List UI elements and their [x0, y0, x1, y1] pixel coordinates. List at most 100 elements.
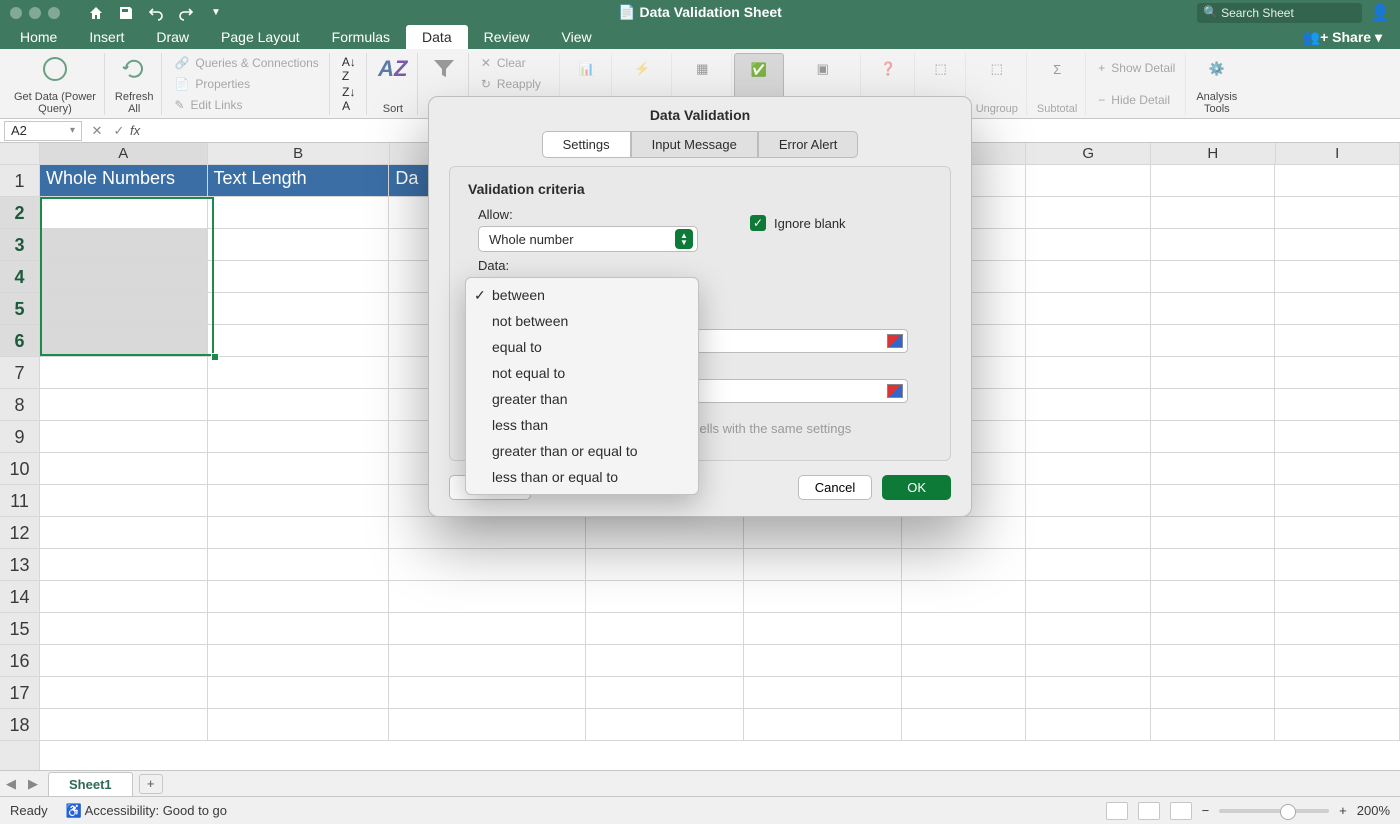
cell[interactable] [208, 549, 390, 581]
menu-tab-review[interactable]: Review [468, 25, 546, 49]
cell[interactable] [1275, 549, 1400, 581]
data-option[interactable]: greater than or equal to [466, 438, 698, 464]
cell[interactable] [586, 677, 744, 709]
sheet-tab[interactable]: Sheet1 [48, 772, 133, 796]
data-option[interactable]: greater than [466, 386, 698, 412]
cell[interactable] [902, 677, 1027, 709]
row-header[interactable]: 2 [0, 197, 39, 229]
row-header[interactable]: 7 [0, 357, 39, 389]
reapply-filter-button[interactable]: ↻ Reapply [481, 74, 541, 93]
hide-detail-button[interactable]: − Hide Detail [1098, 85, 1170, 115]
view-page-layout-icon[interactable] [1138, 802, 1160, 820]
add-sheet-button[interactable]: + [139, 774, 163, 794]
cell[interactable] [40, 581, 208, 613]
qat-dropdown-icon[interactable]: ▼ [208, 5, 224, 21]
menu-tab-draw[interactable]: Draw [140, 25, 205, 49]
cell[interactable] [1275, 165, 1400, 197]
cell[interactable] [902, 709, 1027, 741]
column-header[interactable]: A [40, 143, 208, 164]
cell[interactable] [1026, 389, 1151, 421]
save-icon[interactable] [118, 5, 134, 21]
ignore-blank-checkbox[interactable]: ✓ Ignore blank [750, 215, 846, 231]
cell[interactable] [1026, 293, 1151, 325]
menu-tab-page-layout[interactable]: Page Layout [205, 25, 316, 49]
cell[interactable] [744, 581, 902, 613]
data-option[interactable]: equal to [466, 334, 698, 360]
clear-filter-button[interactable]: ✕ Clear [481, 53, 526, 72]
cell[interactable] [902, 613, 1027, 645]
zoom-level[interactable]: 200% [1357, 803, 1390, 818]
cell[interactable] [208, 197, 390, 229]
data-option[interactable]: not equal to [466, 360, 698, 386]
fx-icon[interactable]: fx [130, 123, 140, 138]
subtotal-button[interactable]: ΣSubtotal [1029, 53, 1086, 115]
select-all-corner[interactable] [0, 143, 40, 165]
cell[interactable] [586, 549, 744, 581]
show-detail-button[interactable]: + Show Detail [1098, 53, 1175, 83]
row-header[interactable]: 3 [0, 229, 39, 261]
cell[interactable] [208, 645, 390, 677]
cell[interactable] [40, 517, 208, 549]
row-header[interactable]: 12 [0, 517, 39, 549]
zoom-window-icon[interactable] [48, 7, 60, 19]
cancel-formula-icon[interactable]: ✕ [86, 123, 108, 139]
cell[interactable] [1151, 517, 1276, 549]
cell[interactable] [1151, 293, 1276, 325]
cell[interactable] [208, 325, 390, 357]
row-headers[interactable]: 123456789101112131415161718 [0, 165, 40, 770]
menu-tab-formulas[interactable]: Formulas [316, 25, 406, 49]
row-header[interactable]: 1 [0, 165, 39, 197]
cell[interactable]: Whole Numbers [40, 165, 208, 197]
cell[interactable] [40, 549, 208, 581]
cell[interactable] [40, 357, 208, 389]
zoom-out-button[interactable]: − [1202, 803, 1210, 818]
cell[interactable] [1275, 645, 1400, 677]
cell[interactable] [744, 677, 902, 709]
sort-desc-icon[interactable]: Z↓A [342, 85, 355, 113]
cell[interactable] [1275, 389, 1400, 421]
user-icon[interactable]: 👤 [1370, 3, 1390, 23]
cell[interactable] [208, 389, 390, 421]
cell[interactable] [1026, 261, 1151, 293]
row-header[interactable]: 6 [0, 325, 39, 357]
undo-icon[interactable] [148, 5, 164, 21]
cell[interactable] [40, 293, 208, 325]
cell[interactable] [1275, 709, 1400, 741]
cell[interactable] [40, 709, 208, 741]
cell[interactable] [1275, 421, 1400, 453]
cell[interactable] [744, 517, 902, 549]
cell[interactable] [1275, 261, 1400, 293]
cell[interactable] [389, 613, 585, 645]
cell[interactable] [389, 645, 585, 677]
cell[interactable] [1151, 197, 1276, 229]
cell[interactable] [1026, 229, 1151, 261]
cell[interactable] [1151, 549, 1276, 581]
cell[interactable] [40, 421, 208, 453]
cell[interactable]: Text Length [208, 165, 390, 197]
cell[interactable] [744, 549, 902, 581]
cell[interactable] [40, 485, 208, 517]
cell[interactable] [1026, 517, 1151, 549]
row-header[interactable]: 14 [0, 581, 39, 613]
row-header[interactable]: 5 [0, 293, 39, 325]
search-sheet-input[interactable] [1197, 3, 1362, 23]
range-selector-icon[interactable] [887, 334, 903, 348]
cell[interactable] [208, 677, 390, 709]
name-box[interactable]: A2 [4, 121, 82, 141]
cell[interactable] [1151, 645, 1276, 677]
cell[interactable] [1275, 197, 1400, 229]
range-selector-icon[interactable] [887, 384, 903, 398]
cell[interactable] [1026, 709, 1151, 741]
column-header[interactable]: I [1276, 143, 1400, 164]
cell[interactable] [1275, 613, 1400, 645]
cell[interactable] [208, 229, 390, 261]
cell[interactable] [1151, 613, 1276, 645]
cell[interactable] [1151, 709, 1276, 741]
sort-asc-icon[interactable]: A↓Z [342, 55, 356, 83]
cell[interactable] [1151, 325, 1276, 357]
row-header[interactable]: 11 [0, 485, 39, 517]
dialog-tab-error-alert[interactable]: Error Alert [758, 131, 859, 158]
row-header[interactable]: 17 [0, 677, 39, 709]
dialog-tab-settings[interactable]: Settings [542, 131, 631, 158]
sheet-nav-prev-icon[interactable]: ◀ [0, 776, 22, 792]
